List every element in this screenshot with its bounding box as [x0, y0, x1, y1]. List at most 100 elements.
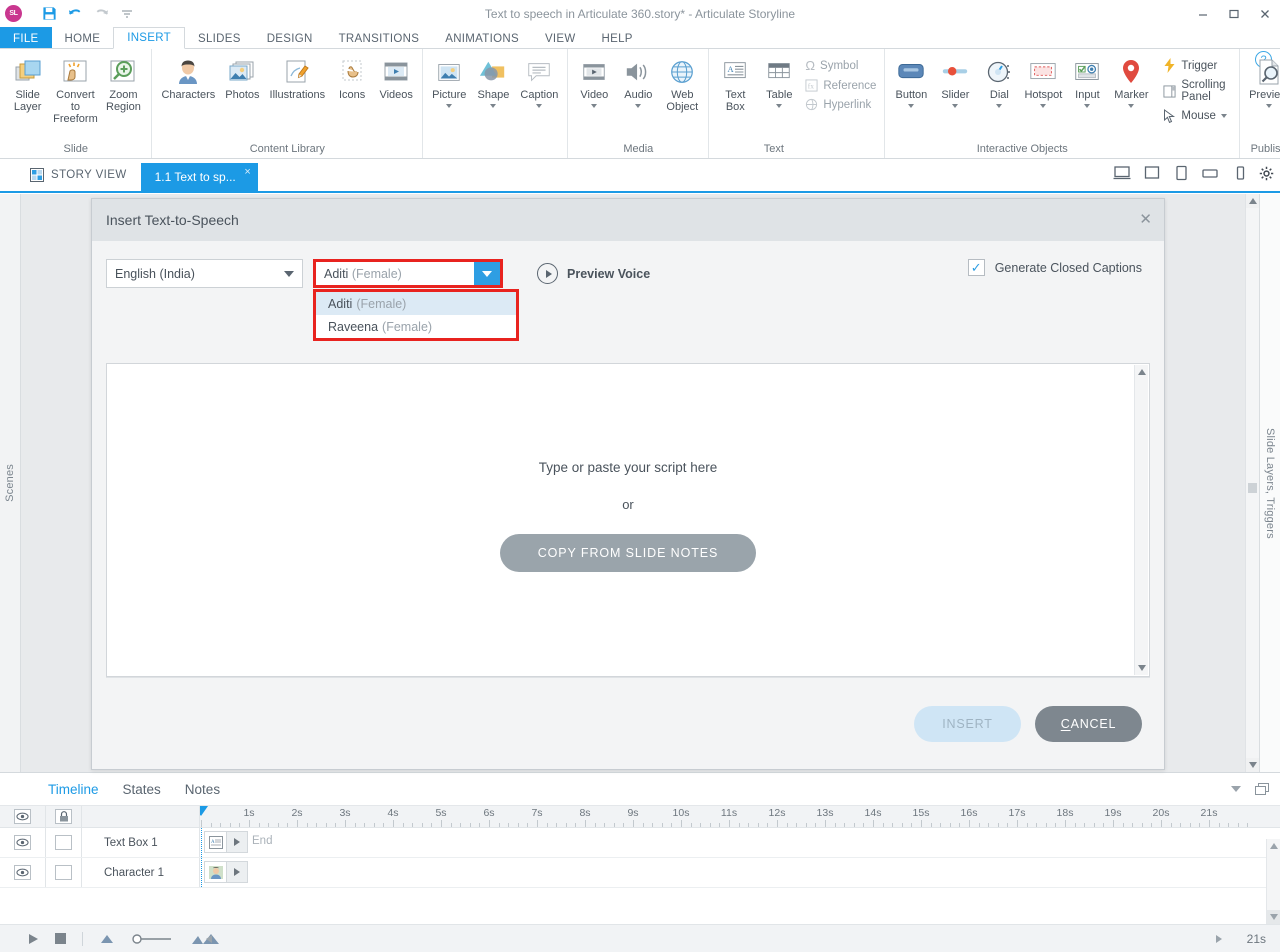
timeline-object-character-1[interactable]	[204, 861, 248, 883]
close-icon[interactable]: ×	[244, 166, 250, 178]
tab-transitions[interactable]: TRANSITIONS	[326, 27, 433, 49]
scroll-down-icon[interactable]	[1246, 758, 1259, 772]
chevron-down-icon[interactable]	[284, 270, 294, 277]
button-button[interactable]: Button	[889, 53, 933, 110]
row-lock-toggle[interactable]	[46, 828, 82, 857]
lock-checkbox[interactable]	[55, 865, 72, 880]
insert-button[interactable]: INSERT	[914, 705, 1021, 742]
videos-button[interactable]: Videos	[374, 53, 418, 103]
preview-button[interactable]: Preview	[1244, 53, 1280, 110]
tab-file[interactable]: FILE	[0, 27, 52, 49]
lock-checkbox[interactable]	[55, 835, 72, 850]
timeline-scrollbar[interactable]	[1266, 839, 1280, 924]
tab-help[interactable]: HELP	[589, 27, 646, 49]
dial-button[interactable]: Dial	[977, 53, 1021, 110]
eye-icon[interactable]	[14, 865, 31, 880]
icons-button[interactable]: Icons	[330, 53, 374, 103]
illustrations-button[interactable]: Illustrations	[265, 53, 331, 103]
scroll-up-icon[interactable]	[1135, 365, 1148, 379]
photos-button[interactable]: Photos	[220, 53, 264, 103]
minimize-icon[interactable]	[1187, 0, 1218, 27]
expand-icon[interactable]	[234, 838, 240, 846]
slide-tab-1-1[interactable]: 1.1 Text to sp... ×	[140, 163, 258, 191]
h-scroll-left-icon[interactable]	[206, 934, 214, 943]
row-lock-toggle[interactable]	[46, 858, 82, 887]
timeline-visibility-column-header[interactable]	[0, 806, 46, 827]
scroll-up-icon[interactable]	[1246, 194, 1259, 208]
customize-icon[interactable]	[114, 3, 140, 25]
generate-closed-captions-row[interactable]: ✓ Generate Closed Captions	[967, 259, 1142, 276]
tablet-portrait-view-icon[interactable]	[1173, 165, 1189, 181]
table-dropdown-icon[interactable]	[776, 104, 783, 108]
slider-dropdown-icon[interactable]	[952, 104, 959, 108]
trigger-button[interactable]: Trigger	[1159, 55, 1235, 76]
language-select[interactable]: English (India)	[106, 259, 303, 288]
hotspot-dropdown-icon[interactable]	[1040, 104, 1047, 108]
script-scrollbar[interactable]	[1134, 365, 1148, 675]
mouse-dropdown-icon[interactable]	[1220, 114, 1227, 118]
cancel-button[interactable]: CANCEL	[1035, 705, 1142, 742]
web-object-button[interactable]: Web Object	[660, 53, 704, 115]
tab-home[interactable]: HOME	[52, 27, 114, 49]
hotspot-button[interactable]: Hotspot	[1021, 53, 1065, 110]
tab-slides[interactable]: SLIDES	[185, 27, 254, 49]
text-box-button[interactable]: A Text Box	[713, 53, 757, 115]
stop-icon[interactable]	[55, 933, 66, 944]
windows-icon[interactable]	[1254, 782, 1270, 796]
playhead[interactable]	[201, 858, 202, 887]
zoom-region-button[interactable]: Zoom Region	[99, 53, 147, 115]
tab-insert[interactable]: INSERT	[113, 27, 185, 49]
tab-design[interactable]: DESIGN	[254, 27, 326, 49]
voice-select[interactable]: Aditi (Female)	[313, 259, 503, 288]
slide-layer-button[interactable]: Slide Layer	[4, 53, 51, 115]
h-scroll-right-icon[interactable]	[1214, 934, 1222, 943]
square-view-icon[interactable]	[1143, 165, 1161, 181]
app-logo[interactable]: SL	[5, 5, 22, 22]
preview-voice-button[interactable]: Preview Voice	[537, 263, 650, 284]
dialog-close-icon[interactable]: ✕	[1139, 210, 1152, 228]
scrolling-panel-button[interactable]: Scrolling Panel	[1159, 76, 1235, 106]
marker-dropdown-icon[interactable]	[1128, 104, 1135, 108]
preview-dropdown-icon[interactable]	[1265, 104, 1272, 108]
maximize-icon[interactable]	[1218, 0, 1249, 27]
eye-icon[interactable]	[14, 809, 31, 824]
picture-button[interactable]: Picture	[427, 53, 471, 110]
gear-icon[interactable]	[1259, 166, 1274, 181]
voice-dropdown-toggle[interactable]	[474, 262, 500, 285]
voice-option-aditi[interactable]: Aditi (Female)	[316, 292, 516, 315]
row-track-text-box-1[interactable]: A End	[200, 828, 1280, 857]
marker-button[interactable]: Marker	[1109, 53, 1153, 110]
close-icon[interactable]	[1249, 0, 1280, 27]
slider-button[interactable]: Slider	[933, 53, 977, 110]
button-dropdown-icon[interactable]	[908, 104, 915, 108]
save-icon[interactable]	[36, 3, 62, 25]
phone-view-icon[interactable]	[1233, 165, 1247, 181]
table-row[interactable]: Character 1	[0, 858, 1280, 888]
tab-animations[interactable]: ANIMATIONS	[432, 27, 532, 49]
row-track-character-1[interactable]	[200, 858, 1280, 887]
tab-notes[interactable]: Notes	[185, 782, 220, 797]
story-view-tab[interactable]: STORY VIEW	[0, 159, 141, 191]
play-icon[interactable]	[28, 933, 39, 945]
reference-button[interactable]: fx Reference	[801, 76, 880, 95]
playhead[interactable]	[201, 828, 202, 857]
caption-button[interactable]: Caption	[515, 53, 563, 110]
input-button[interactable]: Input	[1065, 53, 1109, 110]
timeline-ruler[interactable]: 1s 2s 3s 4s 5s 6s 7s 8s 9s 10s 11s 12s 13s 14s 15s 16s 1…	[200, 806, 1280, 827]
collapse-icon[interactable]	[1230, 784, 1242, 794]
lock-icon[interactable]	[55, 809, 72, 824]
tablet-landscape-view-icon[interactable]	[1201, 165, 1221, 181]
scroll-down-icon[interactable]	[1267, 910, 1280, 924]
slide-layers-triggers-rail[interactable]: Slide Layers, Triggers	[1259, 194, 1280, 772]
copy-from-slide-notes-button[interactable]: COPY FROM SLIDE NOTES	[499, 534, 757, 572]
input-dropdown-icon[interactable]	[1084, 104, 1091, 108]
expand-icon[interactable]	[234, 868, 240, 876]
undo-icon[interactable]	[62, 3, 88, 25]
zoom-out-icon[interactable]	[99, 934, 115, 944]
characters-button[interactable]: Characters	[156, 53, 220, 103]
scenes-rail[interactable]: Scenes	[0, 194, 21, 772]
row-visibility-toggle[interactable]	[0, 858, 46, 887]
video-button[interactable]: Video	[572, 53, 616, 110]
eye-icon[interactable]	[14, 835, 31, 850]
table-button[interactable]: Table	[757, 53, 801, 110]
